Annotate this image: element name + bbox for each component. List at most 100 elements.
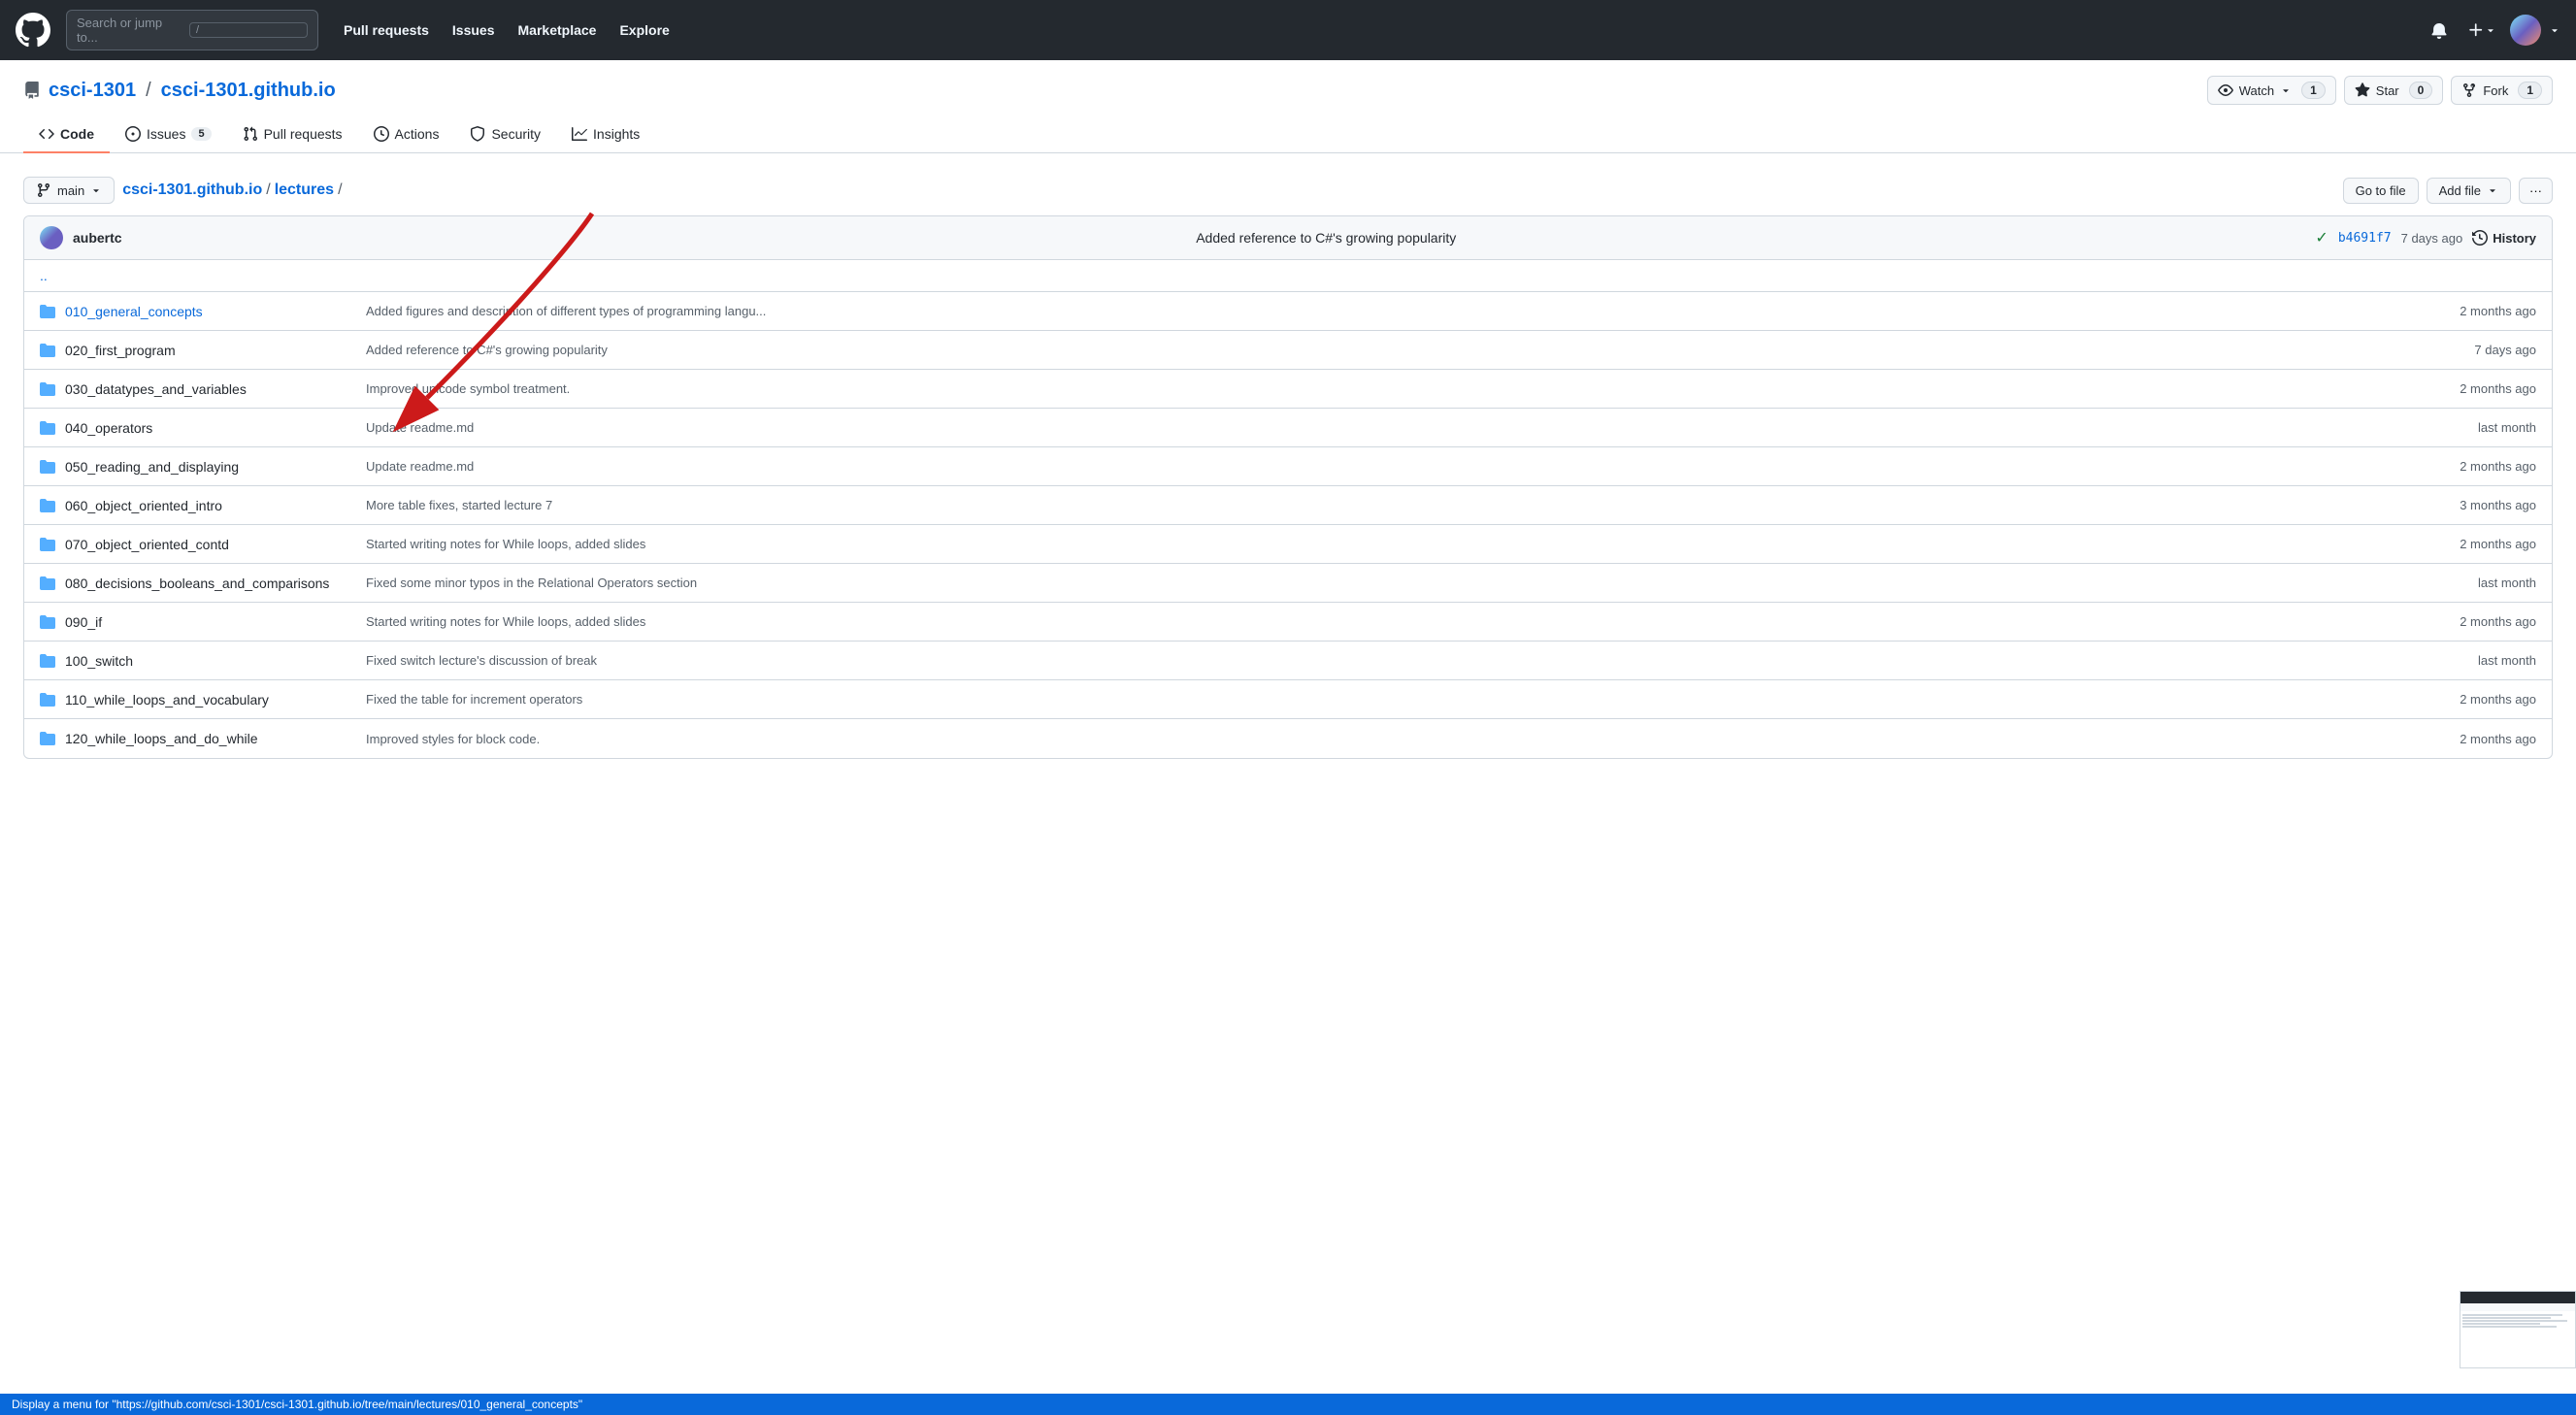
file-time-120: 2 months ago: [2460, 732, 2536, 746]
tab-security-label: Security: [491, 126, 541, 142]
breadcrumb-path-link[interactable]: lectures: [275, 181, 334, 199]
file-time-010: 2 months ago: [2460, 304, 2536, 318]
commit-author-avatar: [40, 226, 63, 249]
github-logo-icon[interactable]: [16, 13, 50, 48]
repo-owner-link[interactable]: csci-1301: [49, 80, 136, 102]
tab-insights-label: Insights: [593, 126, 640, 142]
code-icon: [39, 126, 54, 142]
star-count: 0: [2409, 82, 2433, 99]
breadcrumb-repo-link[interactable]: csci-1301.github.io: [122, 181, 262, 199]
goto-file-button[interactable]: Go to file: [2343, 178, 2419, 204]
avatar[interactable]: [2510, 15, 2541, 46]
file-row-030: 030_datatypes_and_variables Improved uni…: [24, 370, 2552, 409]
watch-label: Watch: [2239, 83, 2274, 98]
file-row-100: 100_switch Fixed switch lecture's discus…: [24, 642, 2552, 680]
commit-hash-link[interactable]: b4691f7: [2338, 231, 2392, 246]
file-name-010[interactable]: 010_general_concepts: [65, 304, 337, 319]
history-button[interactable]: History: [2472, 230, 2536, 246]
add-button[interactable]: [2461, 16, 2502, 45]
file-row-080: 080_decisions_booleans_and_comparisons F…: [24, 564, 2552, 603]
search-placeholder: Search or jump to...: [77, 16, 182, 45]
folder-icon: [40, 381, 55, 397]
file-name-070[interactable]: 070_object_oriented_contd: [65, 537, 337, 552]
fork-label: Fork: [2483, 83, 2508, 98]
file-toolbar: main csci-1301.github.io / lectures / Go…: [23, 177, 2553, 204]
repo-actions: Watch 1 Star 0 Fork 1: [2207, 76, 2553, 105]
tab-code[interactable]: Code: [23, 116, 110, 153]
watch-count: 1: [2301, 82, 2326, 99]
watch-button[interactable]: Watch 1: [2207, 76, 2336, 105]
file-name-080[interactable]: 080_decisions_booleans_and_comparisons: [65, 576, 337, 591]
plus-icon: [2467, 21, 2485, 39]
actions-icon: [374, 126, 389, 142]
tab-insights[interactable]: Insights: [556, 116, 655, 153]
file-commit-040: Update readme.md: [347, 420, 2468, 435]
tab-pull-requests[interactable]: Pull requests: [227, 116, 358, 153]
more-options-button[interactable]: ···: [2519, 178, 2553, 204]
star-button[interactable]: Star 0: [2344, 76, 2444, 105]
file-name-050[interactable]: 050_reading_and_displaying: [65, 459, 337, 475]
tab-issues[interactable]: Issues 5: [110, 116, 227, 153]
tab-pr-label: Pull requests: [264, 126, 343, 142]
tab-actions[interactable]: Actions: [358, 116, 455, 153]
file-name-100[interactable]: 100_switch: [65, 653, 337, 669]
avatar-chevron-icon[interactable]: [2549, 24, 2560, 36]
file-name-110[interactable]: 110_while_loops_and_vocabulary: [65, 692, 337, 708]
file-name-120[interactable]: 120_while_loops_and_do_while: [65, 731, 337, 746]
nav-marketplace[interactable]: Marketplace: [509, 16, 607, 44]
folder-icon: [40, 459, 55, 475]
fork-button[interactable]: Fork 1: [2451, 76, 2553, 105]
nav-issues[interactable]: Issues: [443, 16, 505, 44]
file-table: aubertc Added reference to C#'s growing …: [23, 215, 2553, 759]
latest-commit-row: aubertc Added reference to C#'s growing …: [24, 216, 2552, 260]
folder-icon: [40, 498, 55, 513]
nav-explore[interactable]: Explore: [610, 16, 678, 44]
file-time-070: 2 months ago: [2460, 537, 2536, 551]
top-nav-right: [2425, 15, 2560, 46]
status-bar-text: Display a menu for "https://github.com/c…: [12, 1398, 582, 1411]
file-time-100: last month: [2478, 653, 2536, 668]
notifications-button[interactable]: [2425, 16, 2454, 45]
file-time-110: 2 months ago: [2460, 692, 2536, 707]
file-name-090[interactable]: 090_if: [65, 614, 337, 630]
file-commit-030: Improved unicode symbol treatment.: [347, 381, 2450, 396]
commit-time: 7 days ago: [2401, 231, 2463, 246]
history-icon: [2472, 230, 2488, 246]
file-name-030[interactable]: 030_datatypes_and_variables: [65, 381, 337, 397]
folder-icon: [40, 692, 55, 708]
file-name-020[interactable]: 020_first_program: [65, 343, 337, 358]
add-file-button[interactable]: Add file: [2427, 178, 2511, 204]
file-row-010: 010_general_concepts Added figures and d…: [24, 292, 2552, 331]
file-time-050: 2 months ago: [2460, 459, 2536, 474]
file-name-040[interactable]: 040_operators: [65, 420, 337, 436]
nav-pull-requests[interactable]: Pull requests: [334, 16, 439, 44]
bell-icon: [2430, 21, 2448, 39]
file-row-070: 070_object_oriented_contd Started writin…: [24, 525, 2552, 564]
history-label: History: [2493, 231, 2536, 246]
chevron-down-icon: [2485, 24, 2496, 36]
repo-header: csci-1301 / csci-1301.github.io Watch 1: [0, 60, 2576, 153]
file-commit-090: Started writing notes for While loops, a…: [347, 614, 2450, 629]
file-commit-010: Added figures and description of differe…: [347, 304, 2450, 318]
star-icon: [2355, 82, 2370, 98]
folder-icon: [40, 304, 55, 319]
star-label: Star: [2376, 83, 2399, 98]
search-box[interactable]: Search or jump to... /: [66, 10, 318, 50]
file-row-020: 020_first_program Added reference to C#'…: [24, 331, 2552, 370]
folder-icon: [40, 576, 55, 591]
file-row-050: 050_reading_and_displaying Update readme…: [24, 447, 2552, 486]
eye-icon: [2218, 82, 2233, 98]
file-name-060[interactable]: 060_object_oriented_intro: [65, 498, 337, 513]
issues-icon: [125, 126, 141, 142]
file-commit-050: Update readme.md: [347, 459, 2450, 474]
tab-actions-label: Actions: [395, 126, 440, 142]
repo-icon: [23, 82, 41, 99]
folder-icon: [40, 614, 55, 630]
branch-selector[interactable]: main: [23, 177, 115, 204]
branch-icon: [36, 182, 51, 198]
watch-chevron-icon: [2280, 84, 2292, 96]
tab-security[interactable]: Security: [454, 116, 556, 153]
repo-name-link[interactable]: csci-1301.github.io: [161, 80, 336, 102]
commit-meta: ✓ b4691f7 7 days ago History: [2315, 228, 2536, 247]
parent-directory-row[interactable]: ..: [24, 260, 2552, 292]
